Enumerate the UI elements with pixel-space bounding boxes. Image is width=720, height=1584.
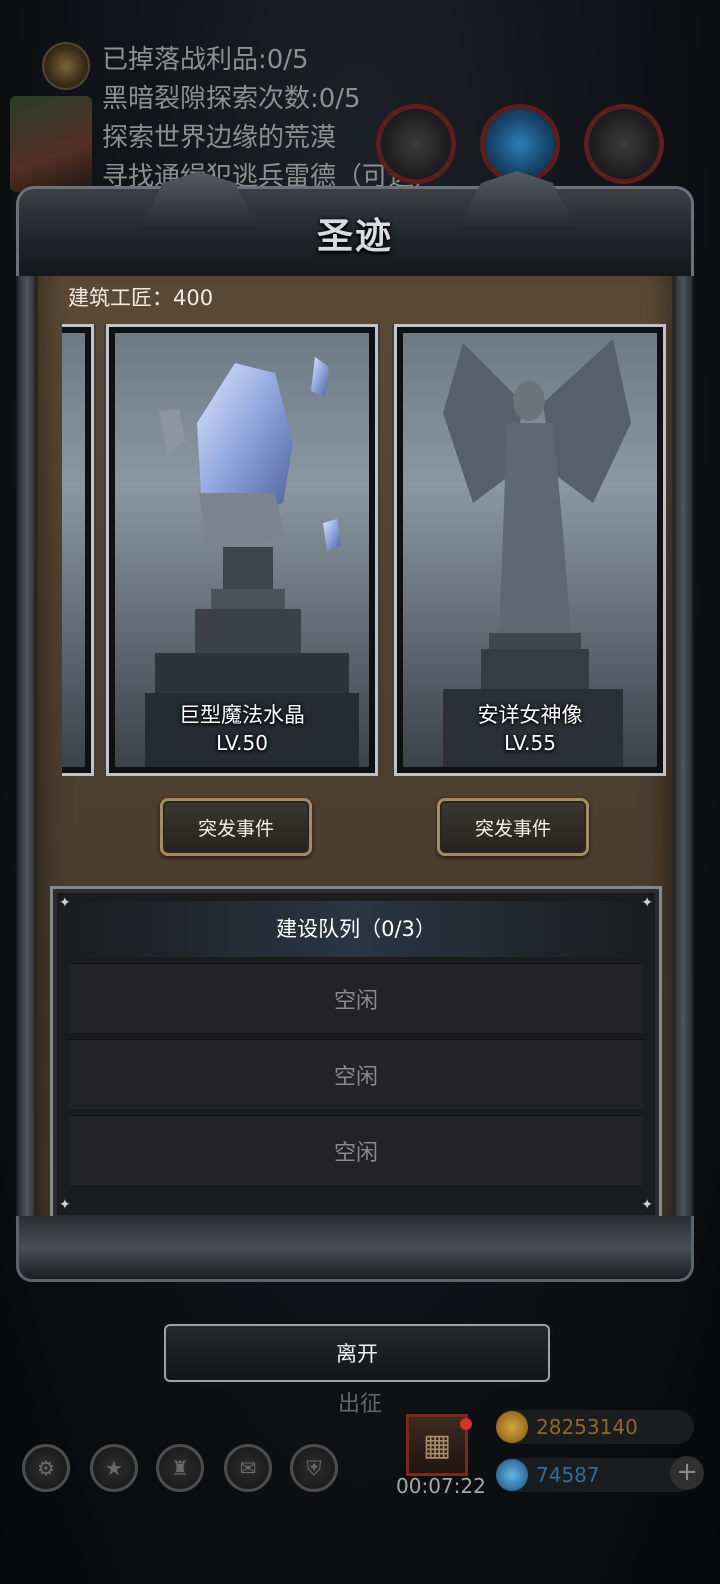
building-card[interactable]: 安详女神像 LV.55 <box>394 324 666 776</box>
building-card-partial[interactable] <box>62 324 94 776</box>
gold-resource: 28253140 <box>496 1410 694 1444</box>
notification-dot <box>460 1418 472 1430</box>
star-icon[interactable]: ★ <box>90 1444 138 1492</box>
event-button[interactable]: 突发事件 <box>437 798 589 856</box>
corner-sparkle-icon: ✦ <box>641 895 653 911</box>
castle-icon[interactable]: ♜ <box>156 1444 204 1492</box>
queue-slot[interactable]: 空闲 <box>69 1039 643 1109</box>
building-level: LV.55 <box>504 731 556 755</box>
gold-coin-icon <box>496 1411 528 1443</box>
crystal-monument-icon: 巨型魔法水晶 LV.50 <box>115 333 369 767</box>
quest-scroll-icon <box>42 42 90 90</box>
leave-button[interactable]: 离开 <box>164 1324 550 1382</box>
build-queue: ✦ ✦ ✦ ✦ 建设队列（0/3） 空闲 空闲 空闲 <box>50 886 662 1222</box>
settings-icon[interactable]: ⚙ <box>22 1444 70 1492</box>
shield-icon[interactable]: ⛨ <box>290 1444 338 1492</box>
event-button[interactable]: 突发事件 <box>160 798 312 856</box>
gift-box-icon[interactable]: ▦ <box>406 1414 468 1476</box>
skill-orb-icon <box>376 104 456 184</box>
corner-sparkle-icon: ✦ <box>641 1197 653 1213</box>
building-card[interactable]: 巨型魔法水晶 LV.50 <box>106 324 378 776</box>
queue-slot[interactable]: 空闲 <box>69 963 643 1033</box>
building-name: 巨型魔法水晶 <box>179 703 305 727</box>
quest-item: 已掉落战利品:0/5 <box>102 45 309 75</box>
building-level: LV.50 <box>216 731 268 755</box>
building-carousel[interactable]: 巨型魔法水晶 LV.50 安详女神像 LV.55 <box>62 324 666 776</box>
gem-icon <box>496 1459 528 1491</box>
corner-sparkle-icon: ✦ <box>59 1197 71 1213</box>
gift-timer: 00:07:22 <box>396 1474 486 1498</box>
dialog-footer-frame <box>16 1216 694 1282</box>
gem-resource: 74587 <box>496 1458 694 1492</box>
relic-dialog: 圣迹 建筑工匠：400 巨型魔法水晶 LV.50 安详女神像 LV.55 突发事… <box>16 171 694 1284</box>
skill-orb-icon <box>584 104 664 184</box>
mail-icon[interactable]: ✉ <box>224 1444 272 1492</box>
builder-count: 建筑工匠：400 <box>68 286 214 310</box>
building-name: 安详女神像 <box>477 703 583 727</box>
add-resource-button[interactable]: + <box>670 1456 704 1490</box>
queue-slot[interactable]: 空闲 <box>69 1115 643 1185</box>
dialog-title: 圣迹 <box>316 215 393 257</box>
build-queue-title: 建设队列（0/3） <box>69 901 643 957</box>
gold-amount: 28253140 <box>536 1415 638 1439</box>
angel-statue-icon: 安详女神像 LV.55 <box>403 333 657 767</box>
gem-amount: 74587 <box>536 1463 600 1487</box>
dialog-header-frame: 圣迹 <box>16 171 694 276</box>
